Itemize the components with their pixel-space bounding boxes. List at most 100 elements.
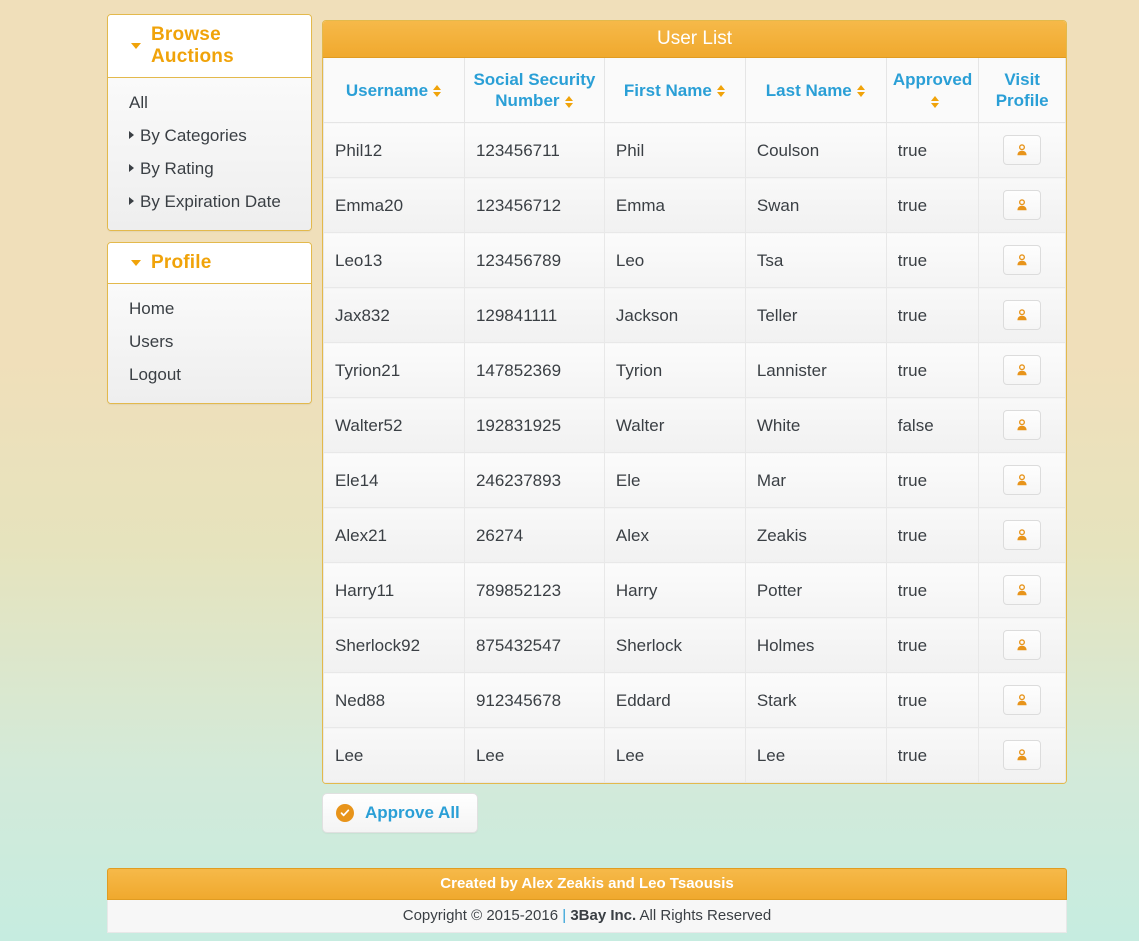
cell-username: Ele14 (323, 452, 465, 508)
column-header-first-name[interactable]: First Name (603, 58, 746, 123)
cell-visit-profile (978, 562, 1066, 618)
cell-username: Lee (323, 727, 465, 783)
sidebar-panel-header-profile[interactable]: Profile (108, 243, 311, 284)
cell-username: Walter52 (323, 397, 465, 453)
column-header-label-visit-profile: Visit Profile (995, 70, 1049, 110)
sidebar-item-by-expiration-date[interactable]: By Expiration Date (108, 185, 311, 218)
cell-last-name: Coulson (744, 122, 887, 178)
sort-updown-icon[interactable] (930, 95, 940, 108)
cell-approved: true (885, 342, 980, 398)
user-icon (1017, 639, 1027, 651)
user-icon (1017, 309, 1027, 321)
cell-last-name: Teller (744, 287, 887, 343)
cell-first-name: Ele (603, 452, 746, 508)
sidebar-item-by-rating[interactable]: By Rating (108, 152, 311, 185)
cell-username: Ned88 (323, 672, 465, 728)
visit-profile-button[interactable] (1003, 575, 1042, 605)
user-icon (1017, 694, 1027, 706)
cell-social-security-number: 26274 (463, 507, 605, 563)
sidebar-item-users[interactable]: Users (108, 325, 311, 358)
cell-username: Alex21 (323, 507, 465, 563)
approve-all-button[interactable]: Approve All (322, 793, 478, 833)
cell-social-security-number: 192831925 (463, 397, 605, 453)
cell-visit-profile (978, 507, 1066, 563)
caret-right-icon (129, 197, 134, 205)
column-header-approved[interactable]: Approved (885, 58, 980, 123)
visit-profile-button[interactable] (1003, 740, 1042, 770)
visit-profile-button[interactable] (1003, 630, 1042, 660)
cell-social-security-number: 875432547 (463, 617, 605, 673)
sidebar-item-label-by-categories: By Categories (140, 126, 247, 145)
table-row: Phil12 123456711 Phil Coulson true (323, 122, 1066, 178)
sidebar-item-home[interactable]: Home (108, 292, 311, 325)
cell-approved: true (885, 672, 980, 728)
visit-profile-button[interactable] (1003, 300, 1042, 330)
visit-profile-button[interactable] (1003, 135, 1042, 165)
sidebar-item-label-by-expiration-date: By Expiration Date (140, 192, 281, 211)
sidebar-item-label-home: Home (129, 299, 175, 318)
column-header-visit-profile: Visit Profile (978, 58, 1066, 123)
table-row: Tyrion21 147852369 Tyrion Lannister true (323, 342, 1066, 398)
cell-visit-profile (978, 177, 1066, 233)
cell-approved: true (885, 562, 980, 618)
cell-approved: true (885, 232, 980, 288)
table-row: Sherlock92 875432547 Sherlock Holmes true (323, 617, 1066, 673)
cell-visit-profile (978, 617, 1066, 673)
visit-profile-button[interactable] (1003, 520, 1042, 550)
cell-visit-profile (978, 232, 1066, 288)
cell-last-name: Mar (744, 452, 887, 508)
user-icon (1017, 199, 1027, 211)
table-row: Alex21 26274 Alex Zeakis true (323, 507, 1066, 563)
cell-last-name: Holmes (744, 617, 887, 673)
table-row: Leo13 123456789 Leo Tsa true (323, 232, 1066, 288)
visit-profile-button[interactable] (1003, 465, 1042, 495)
cell-username: Jax832 (323, 287, 465, 343)
column-header-username[interactable]: Username (323, 58, 465, 123)
visit-profile-button[interactable] (1003, 190, 1042, 220)
sort-updown-icon[interactable] (433, 85, 442, 98)
cell-approved: true (885, 177, 980, 233)
column-header-label-last-name: Last Name (765, 80, 852, 100)
footer-copyright: Copyright © 2015-2016 | 3Bay Inc. All Ri… (107, 900, 1067, 933)
user-icon (1017, 419, 1027, 431)
sidebar-item-by-categories[interactable]: By Categories (108, 119, 311, 152)
sidebar-panel-browse-auctions: Browse Auctions All By Categories By Rat… (107, 14, 312, 231)
cell-username: Sherlock92 (323, 617, 465, 673)
cell-approved: false (885, 397, 980, 453)
cell-first-name: Emma (603, 177, 746, 233)
footer-company: 3Bay Inc. (570, 907, 637, 924)
column-header-last-name[interactable]: Last Name (744, 58, 887, 123)
check-circle-icon (336, 804, 354, 822)
cell-visit-profile (978, 397, 1066, 453)
sort-updown-icon[interactable] (564, 95, 574, 108)
visit-profile-button[interactable] (1003, 685, 1042, 715)
cell-social-security-number: 147852369 (463, 342, 605, 398)
cell-social-security-number: 912345678 (463, 672, 605, 728)
user-icon (1017, 364, 1027, 376)
table-row: Harry11 789852123 Harry Potter true (323, 562, 1066, 618)
cell-first-name: Harry (603, 562, 746, 618)
cell-visit-profile (978, 342, 1066, 398)
cell-first-name: Sherlock (603, 617, 746, 673)
footer-rights: All Rights Reserved (636, 907, 772, 924)
caret-right-icon (129, 164, 134, 172)
sidebar-panel-header-browse-auctions[interactable]: Browse Auctions (108, 15, 311, 78)
cell-last-name: Lee (744, 727, 887, 783)
visit-profile-button[interactable] (1003, 410, 1042, 440)
sidebar-item-all[interactable]: All (108, 86, 311, 119)
cell-username: Emma20 (323, 177, 465, 233)
cell-first-name: Leo (603, 232, 746, 288)
sort-updown-icon[interactable] (856, 85, 866, 98)
user-list-panel: User List Username Social Security Numbe… (322, 20, 1067, 784)
cell-last-name: Swan (744, 177, 887, 233)
cell-approved: true (885, 507, 980, 563)
visit-profile-button[interactable] (1003, 355, 1042, 385)
sidebar-item-logout[interactable]: Logout (108, 358, 311, 391)
visit-profile-button[interactable] (1003, 245, 1042, 275)
cell-first-name: Walter (603, 397, 746, 453)
column-header-social-security-number[interactable]: Social Security Number (463, 58, 605, 123)
cell-last-name: Potter (744, 562, 887, 618)
cell-first-name: Lee (603, 727, 746, 783)
sort-updown-icon[interactable] (716, 85, 726, 98)
cell-username: Leo13 (323, 232, 465, 288)
